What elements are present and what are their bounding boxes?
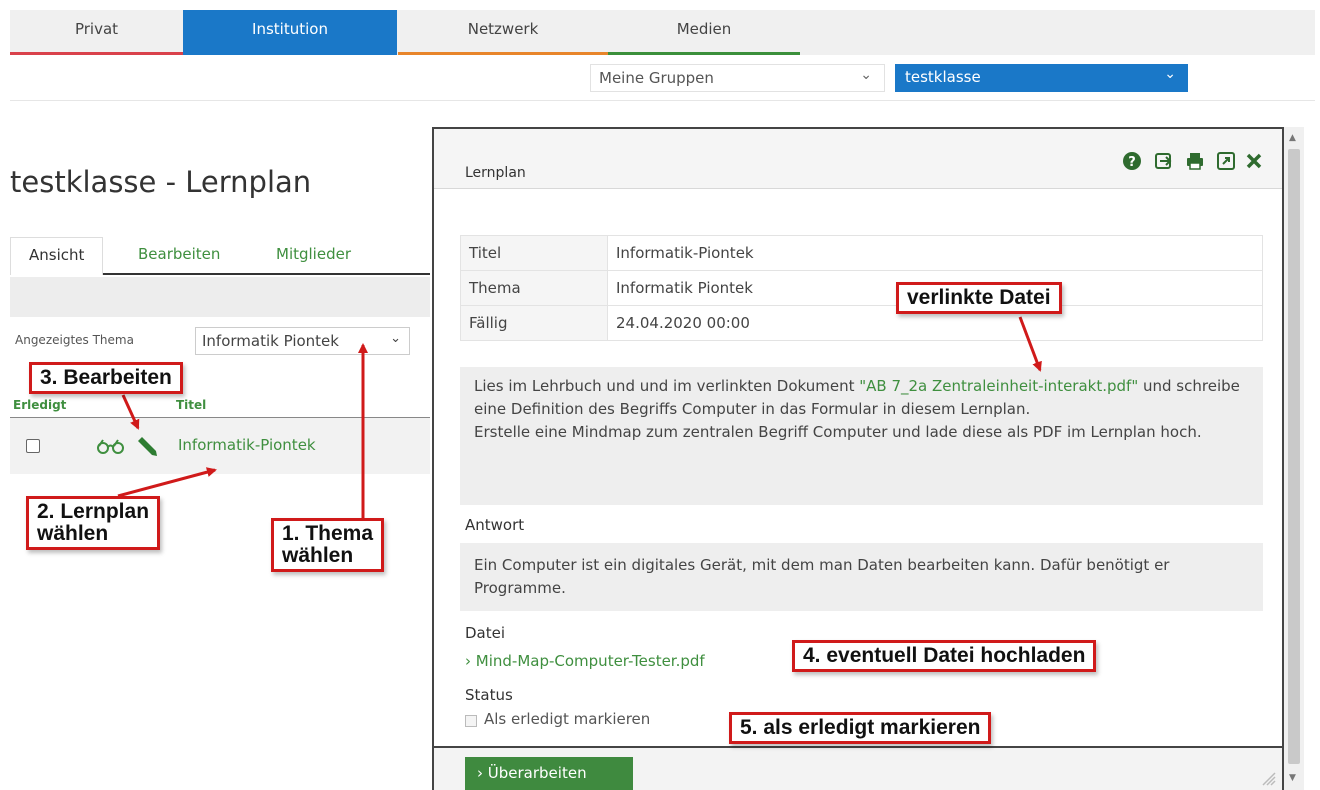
groups-select[interactable]: Meine Gruppen ⌄ — [590, 64, 885, 92]
row-done-checkbox[interactable] — [26, 439, 40, 453]
table-row: Informatik-Piontek — [10, 418, 430, 474]
export-icon[interactable] — [1154, 151, 1174, 171]
mark-done-label: Als erledigt markieren — [484, 710, 651, 728]
annotation-step2: 2. Lernplan wählen — [26, 496, 161, 550]
svg-text:?: ? — [1128, 155, 1136, 170]
glasses-icon[interactable] — [96, 438, 126, 454]
nav-tab-label: Medien — [676, 20, 732, 38]
open-external-icon[interactable] — [1216, 151, 1236, 171]
annotation-linked-file: verlinkte Datei — [896, 282, 1062, 314]
mark-done-checkbox[interactable] — [465, 715, 477, 727]
linked-document-link[interactable]: "AB 7_2a Zentraleinheit-interakt.pdf" — [859, 377, 1138, 395]
column-header-done: Erledigt — [13, 398, 67, 412]
scroll-up-icon[interactable]: ▲ — [1289, 133, 1296, 143]
theme-label: Angezeigtes Thema — [15, 333, 134, 347]
scroll-down-icon[interactable]: ▼ — [1289, 773, 1296, 783]
group-selector-bar: Meine Gruppen ⌄ testklasse ⌄ — [10, 55, 1315, 101]
class-select[interactable]: testklasse ⌄ — [895, 64, 1188, 92]
chevron-right-icon: › — [477, 764, 488, 782]
table-row: Thema Informatik Piontek — [460, 270, 1263, 306]
task-description: Lies im Lehrbuch und und im verlinkten D… — [460, 367, 1263, 505]
chevron-right-icon: › — [465, 652, 476, 670]
chevron-down-icon: ⌄ — [1164, 66, 1176, 82]
revise-button[interactable]: › Überarbeiten — [465, 757, 633, 790]
nav-tab-label: Institution — [252, 20, 328, 38]
modal-footer: › Überarbeiten — [434, 746, 1282, 790]
annotation-step3: 3. Bearbeiten — [29, 362, 183, 394]
view-tabs: Ansicht Bearbeiten Mitglieder — [10, 237, 430, 275]
table-row: Fällig 24.04.2020 00:00 — [460, 305, 1263, 341]
theme-select[interactable]: Informatik Piontek ⌄ — [195, 327, 410, 355]
toolbar-band — [10, 277, 430, 317]
info-key: Thema — [460, 270, 608, 306]
nav-tab-label: Privat — [74, 20, 119, 38]
description-text: Erstelle eine Mindmap zum zentralen Begr… — [474, 423, 1202, 441]
chevron-down-icon: ⌄ — [390, 331, 401, 346]
lernplan-modal: Lernplan ? Titel Informatik-Piontek Them… — [432, 127, 1284, 790]
answer-label: Antwort — [465, 516, 525, 534]
modal-title: Lernplan — [465, 165, 526, 181]
modal-scrollbar[interactable]: ▲ ▼ — [1284, 127, 1304, 790]
status-label: Status — [465, 686, 513, 704]
file-label: Datei — [465, 624, 506, 642]
nav-tab-privat[interactable]: Privat — [10, 10, 183, 55]
tab-view[interactable]: Ansicht — [10, 237, 104, 275]
annotation-text: wählen — [37, 522, 109, 545]
annotation-text: wählen — [282, 544, 354, 567]
groups-select-value: Meine Gruppen — [599, 69, 714, 87]
info-value: Informatik-Piontek — [607, 235, 1263, 271]
row-title-link[interactable]: Informatik-Piontek — [178, 436, 316, 454]
modal-header: Lernplan ? — [434, 129, 1282, 189]
answer-field[interactable]: Ein Computer ist ein digitales Gerät, mi… — [460, 543, 1263, 611]
print-icon[interactable] — [1185, 151, 1205, 171]
file-link[interactable]: › Mind-Map-Computer-Tester.pdf — [465, 652, 705, 670]
revise-button-label: Überarbeiten — [487, 764, 587, 782]
pencil-icon[interactable] — [134, 433, 160, 459]
annotation-text: 2. Lernplan — [37, 500, 150, 523]
nav-tab-institution[interactable]: Institution — [183, 10, 397, 55]
help-icon[interactable]: ? — [1122, 151, 1142, 171]
annotation-text: 1. Thema — [282, 522, 374, 545]
nav-tab-netzwerk[interactable]: Netzwerk — [398, 10, 608, 55]
tab-edit[interactable]: Bearbeiten — [138, 237, 220, 275]
top-navigation: Privat Institution Netzwerk Medien — [10, 10, 1315, 55]
theme-select-value: Informatik Piontek — [202, 332, 339, 350]
chevron-down-icon: ⌄ — [860, 67, 872, 83]
page-title: testklasse - Lernplan — [10, 165, 312, 199]
info-key: Titel — [460, 235, 608, 271]
table-row: Titel Informatik-Piontek — [460, 235, 1263, 271]
info-key: Fällig — [460, 305, 608, 341]
annotation-step1: 1. Thema wählen — [271, 518, 385, 572]
close-icon[interactable] — [1244, 151, 1264, 171]
class-select-value: testklasse — [905, 68, 981, 86]
resize-grip-icon[interactable] — [1260, 770, 1276, 786]
annotation-step5: 5. als erledigt markieren — [729, 712, 992, 744]
info-table: Titel Informatik-Piontek Thema Informati… — [460, 235, 1263, 341]
nav-tab-medien[interactable]: Medien — [608, 10, 800, 55]
annotation-step4: 4. eventuell Datei hochladen — [792, 640, 1097, 672]
file-name: Mind-Map-Computer-Tester.pdf — [475, 652, 705, 670]
scroll-thumb[interactable] — [1288, 149, 1300, 764]
column-header-title: Titel — [176, 398, 207, 412]
tab-members[interactable]: Mitglieder — [276, 237, 351, 275]
nav-tab-label: Netzwerk — [467, 20, 539, 38]
description-text: Lies im Lehrbuch und und im verlinkten D… — [474, 377, 860, 395]
